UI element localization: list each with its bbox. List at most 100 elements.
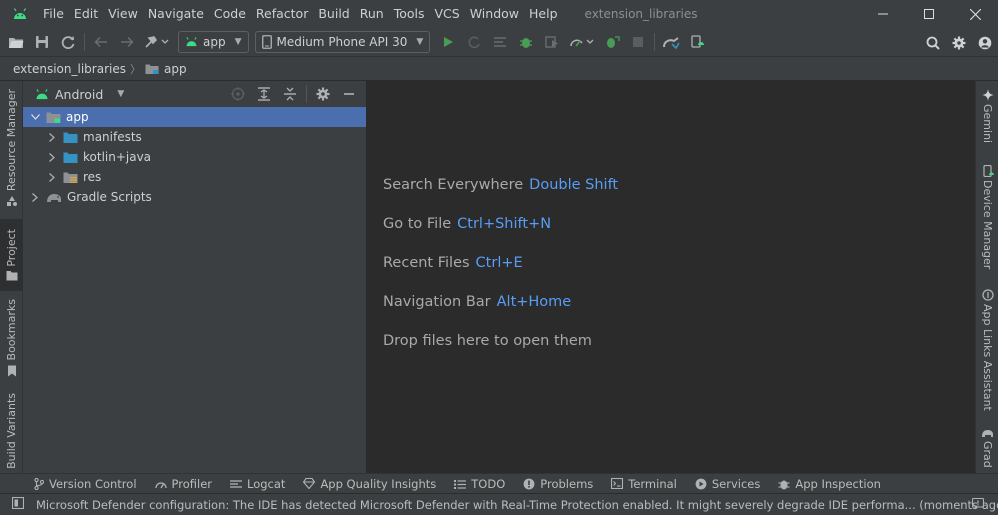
save-icon[interactable] <box>29 29 55 55</box>
menu-vcs[interactable]: VCS <box>430 0 465 28</box>
debug-icon[interactable] <box>513 29 539 55</box>
chevron-down-icon[interactable] <box>30 112 40 122</box>
menu-file[interactable]: File <box>38 0 69 28</box>
account-icon[interactable] <box>972 30 998 56</box>
project-tab[interactable]: Project <box>0 219 23 291</box>
back-arrow-icon[interactable] <box>88 29 114 55</box>
menu-view[interactable]: View <box>103 0 143 28</box>
tab-profiler[interactable]: Profiler <box>154 477 212 491</box>
phone-icon <box>261 35 272 49</box>
tree-item-gradle-scripts[interactable]: Gradle Scripts <box>23 187 366 207</box>
bookmarks-tab[interactable]: Bookmarks <box>0 299 23 377</box>
gradle-sync-icon[interactable] <box>658 29 684 55</box>
device-select[interactable]: Medium Phone API 30 ▼ <box>254 31 431 53</box>
toolbar-right <box>920 28 998 57</box>
collapse-all-icon[interactable] <box>277 81 303 107</box>
run-config-label: app <box>203 35 226 49</box>
chevron-right-icon: 〉 <box>129 62 141 76</box>
status-message[interactable]: Microsoft Defender configuration: The ID… <box>36 498 998 512</box>
editor-empty-state[interactable]: Search Everywhere Double Shift Go to File… <box>368 81 975 473</box>
hide-panel-icon[interactable] <box>336 81 362 107</box>
device-manager-tab[interactable]: Device Manager <box>976 165 998 275</box>
hint-shortcut: Ctrl+Shift+N <box>457 216 552 232</box>
tab-app-inspection[interactable]: App Inspection <box>778 477 881 491</box>
tab-version-control[interactable]: Version Control <box>34 477 137 491</box>
chevron-right-icon[interactable] <box>47 172 57 182</box>
menu-navigate[interactable]: Navigate <box>143 0 209 28</box>
minimize-button[interactable] <box>860 0 906 28</box>
gemini-tab[interactable]: Gemini <box>976 89 998 145</box>
run-config-select[interactable]: app ▼ <box>178 31 249 53</box>
tab-terminal[interactable]: Terminal <box>611 477 677 491</box>
tree-item-kotlin-java[interactable]: kotlin+java <box>23 147 366 167</box>
expand-all-icon[interactable] <box>251 81 277 107</box>
toolbar-separator <box>84 33 85 51</box>
notifications-icon[interactable] <box>971 497 985 513</box>
run-with-coverage-icon[interactable] <box>539 29 565 55</box>
tab-services[interactable]: Services <box>695 477 760 491</box>
chevron-right-icon[interactable] <box>47 132 57 142</box>
tab-label: App Quality Insights <box>320 476 437 491</box>
title-bar: File Edit View Navigate Code Refactor Bu… <box>0 0 998 28</box>
menu-window[interactable]: Window <box>465 0 524 28</box>
gear-icon[interactable] <box>946 30 972 56</box>
chevron-down-icon: ▼ <box>416 37 424 47</box>
resources-folder-icon <box>63 171 78 184</box>
profile-icon[interactable] <box>565 29 599 55</box>
menu-tools[interactable]: Tools <box>389 0 430 28</box>
search-icon[interactable] <box>920 30 946 56</box>
build-variants-tab[interactable]: Build Variants <box>0 389 23 473</box>
resource-manager-tab[interactable]: Resource Manager <box>0 89 23 207</box>
hint-navigation-bar: Navigation Bar Alt+Home <box>383 294 571 310</box>
gradle-tab[interactable]: Grad <box>976 427 998 473</box>
menu-run[interactable]: Run <box>355 0 389 28</box>
close-button[interactable] <box>952 0 998 28</box>
sync-icon[interactable] <box>55 29 81 55</box>
device-manager-icon[interactable] <box>684 29 710 55</box>
tab-todo[interactable]: TODO <box>454 477 505 491</box>
services-icon <box>695 478 707 489</box>
chevron-right-icon[interactable] <box>30 192 40 202</box>
gradle-elephant-icon <box>46 191 62 203</box>
menu-help[interactable]: Help <box>524 0 563 28</box>
maximize-button[interactable] <box>906 0 952 28</box>
tab-problems[interactable]: Problems <box>523 477 593 491</box>
tree-item-label: app <box>66 110 89 124</box>
open-folder-icon[interactable] <box>3 29 29 55</box>
tree-item-res[interactable]: res <box>23 167 366 187</box>
tab-app-quality-insights[interactable]: App Quality Insights <box>303 477 436 491</box>
chevron-right-icon[interactable] <box>47 152 57 162</box>
menu-code[interactable]: Code <box>209 0 251 28</box>
status-panel-toggle-icon[interactable] <box>11 496 25 512</box>
tab-label: TODO <box>471 476 506 491</box>
options-gear-icon[interactable] <box>310 81 336 107</box>
window-controls <box>860 0 998 28</box>
tree-item-manifests[interactable]: manifests <box>23 127 366 147</box>
hint-label: Search Everywhere <box>383 177 524 193</box>
breadcrumb-project[interactable]: extension_libraries <box>13 62 126 76</box>
run-icon[interactable] <box>435 29 461 55</box>
menu-refactor[interactable]: Refactor <box>251 0 313 28</box>
tab-label: Terminal <box>628 476 677 491</box>
window-title: extension_libraries <box>584 7 698 21</box>
tree-item-app[interactable]: app <box>23 107 366 127</box>
stop-icon[interactable] <box>625 29 651 55</box>
apply-code-changes-icon[interactable] <box>487 29 513 55</box>
tab-logcat[interactable]: Logcat <box>230 477 285 491</box>
problems-icon <box>523 478 535 489</box>
breadcrumb-module[interactable]: app <box>164 62 187 76</box>
build-hammer-icon[interactable] <box>140 29 174 55</box>
forward-arrow-icon[interactable] <box>114 29 140 55</box>
menu-build[interactable]: Build <box>313 0 354 28</box>
apply-changes-icon[interactable] <box>461 29 487 55</box>
hint-shortcut: Double Shift <box>529 177 619 193</box>
attach-debugger-icon[interactable] <box>599 29 625 55</box>
menu-edit[interactable]: Edit <box>69 0 103 28</box>
tree-item-label: res <box>83 170 102 184</box>
app-links-assistant-tab[interactable]: App Links Assistant <box>976 289 998 411</box>
select-opened-file-icon[interactable] <box>225 81 251 107</box>
project-view-select[interactable]: Android <box>55 87 103 102</box>
project-tool-window: Android ▼ app manifests kotlin+java res … <box>23 81 367 473</box>
chevron-down-icon[interactable]: ▼ <box>117 89 124 99</box>
logcat-icon <box>230 479 243 488</box>
